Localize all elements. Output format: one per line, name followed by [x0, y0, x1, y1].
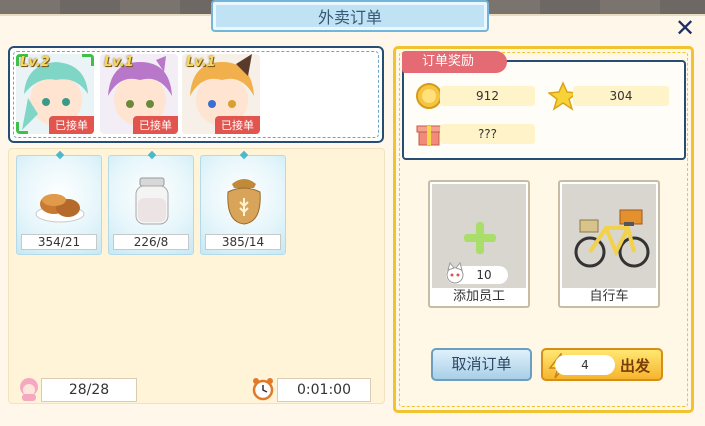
staff-card-3[interactable]: Lv.1 已接单 — [182, 54, 260, 134]
reward-box — [402, 60, 686, 160]
staff-level: Lv.1 — [104, 55, 134, 70]
material-count: 226/8 — [113, 234, 189, 250]
close-button[interactable]: ✕ — [672, 15, 698, 41]
staff-card-2[interactable]: Lv.1 已接单 — [100, 54, 178, 134]
depart-label: 出发 — [620, 357, 651, 375]
vehicle-label: 自行车 — [589, 289, 629, 304]
gift-reward: ??? — [440, 124, 535, 144]
page-title: 外卖订单 — [317, 8, 382, 27]
staff-selection-box: Lv.2 已接单 Lv.1 已接单 Lv.1 已接单 — [8, 46, 384, 143]
title-tab: 外卖订单 — [211, 0, 489, 32]
gift-box-icon — [416, 125, 442, 146]
status-badge: 已接单 — [133, 116, 178, 134]
staff-level: Lv.2 — [20, 55, 50, 70]
cat-icon — [446, 262, 464, 284]
material-count: 385/14 — [205, 234, 281, 250]
staff-capacity: 28/28 — [41, 378, 137, 402]
cancel-order-button[interactable]: 取消订单 — [431, 348, 532, 381]
add-staff-slot: 10 — [432, 184, 526, 288]
vehicle-card[interactable]: 自行车 — [558, 180, 660, 308]
coin-icon — [416, 83, 442, 109]
material-card[interactable]: 354/21 — [16, 150, 102, 255]
plus-icon — [464, 222, 496, 254]
staff-level: Lv.1 — [186, 55, 216, 70]
milk-jar-icon — [135, 177, 169, 225]
bicycle-icon — [574, 209, 650, 268]
vehicle-slot — [562, 184, 656, 288]
flour-sack-icon — [227, 179, 261, 225]
selected-corner — [16, 122, 28, 134]
coin-reward: 912 — [440, 86, 535, 106]
material-count: 354/21 — [21, 234, 97, 250]
star-reward: 304 — [573, 86, 669, 106]
pin-marker — [147, 150, 157, 160]
add-staff-label: 添加员工 — [452, 289, 505, 304]
delivery-timer: 0:01:00 — [277, 378, 371, 402]
status-badge: 已接单 — [215, 116, 260, 134]
add-staff-card[interactable]: 10 添加员工 — [428, 180, 530, 308]
alarm-clock-icon — [252, 378, 274, 401]
energy-cost: 4 — [555, 355, 615, 375]
material-card[interactable]: 385/14 — [200, 150, 286, 255]
material-card[interactable]: 226/8 — [108, 150, 194, 255]
reward-tag: 订单奖励 — [402, 51, 507, 73]
staff-card-1[interactable]: Lv.2 已接单 — [16, 54, 94, 134]
mooncake-icon — [35, 194, 85, 223]
selected-corner — [82, 54, 94, 66]
status-badge: 已接单 — [49, 116, 94, 134]
pin-marker — [55, 150, 65, 160]
depart-button[interactable]: 4 出发 — [541, 348, 663, 381]
materials-area: 354/21 226/8 385/14 — [8, 148, 385, 404]
pink-hair-avatar-icon — [20, 378, 38, 401]
pin-marker — [239, 150, 249, 160]
